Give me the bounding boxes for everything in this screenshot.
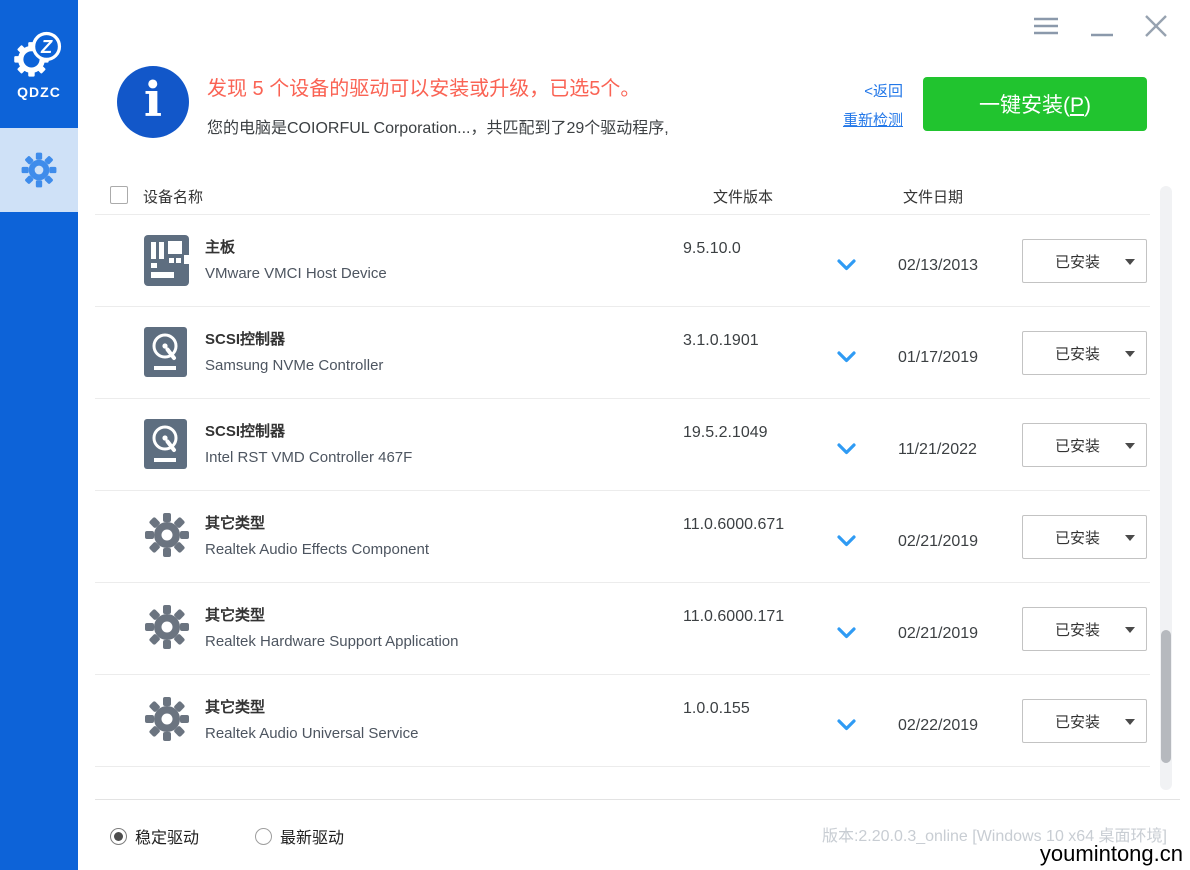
- file-version: 9.5.10.0: [683, 240, 741, 257]
- gear-icon: [21, 152, 57, 188]
- status-label: 已安装: [1054, 253, 1100, 271]
- file-version: 1.0.0.155: [683, 700, 750, 717]
- device-names: 其它类型 Realtek Hardware Support Applicatio…: [205, 604, 458, 650]
- chevron-down-icon[interactable]: [837, 259, 856, 271]
- table-row: SCSI控制器 Samsung NVMe Controller 3.1.0.19…: [95, 307, 1150, 399]
- device-names: 其它类型 Realtek Audio Effects Component: [205, 512, 429, 558]
- app-logo-text: QDZC: [17, 84, 61, 100]
- footer-divider: [95, 799, 1180, 800]
- scrollbar-thumb[interactable]: [1161, 630, 1171, 763]
- dropdown-arrow-icon: [1125, 351, 1135, 357]
- chevron-down-icon[interactable]: [837, 627, 856, 639]
- device-name: Samsung NVMe Controller: [205, 357, 384, 374]
- file-date: 01/17/2019: [898, 349, 979, 366]
- device-names: 主板 VMware VMCI Host Device: [205, 236, 387, 282]
- device-category: 其它类型: [205, 699, 266, 716]
- table-row: 其它类型 Realtek Hardware Support Applicatio…: [95, 583, 1150, 675]
- menu-icon[interactable]: [1032, 12, 1060, 40]
- radio-stable-driver[interactable]: 稳定驱动: [110, 824, 199, 848]
- back-link[interactable]: <返回: [864, 80, 903, 101]
- status-label: 已安装: [1054, 437, 1100, 455]
- app-logo: Z QDZC: [0, 26, 78, 100]
- device-names: 其它类型 Realtek Audio Universal Service: [205, 696, 418, 742]
- watermark-text: youmintong.cn: [1039, 841, 1183, 866]
- file-date: 11/21/2022: [898, 441, 977, 458]
- column-header-device: 设备名称: [143, 189, 204, 206]
- file-version: 3.1.0.1901: [683, 332, 759, 349]
- device-category: SCSI控制器: [205, 423, 286, 440]
- install-all-button[interactable]: 一键安装(P): [923, 77, 1147, 131]
- radio-unselected-icon: [255, 827, 272, 845]
- device-name: Realtek Hardware Support Application: [205, 633, 459, 650]
- status-label: 已安装: [1054, 529, 1100, 547]
- table-row: 其它类型 Realtek Audio Effects Component 11.…: [95, 491, 1150, 583]
- file-date: 02/21/2019: [898, 533, 979, 550]
- status-dropdown[interactable]: 已安装: [1022, 607, 1147, 651]
- table-header: 设备名称 文件版本 文件日期: [95, 178, 1150, 215]
- motherboard-icon: [143, 234, 191, 287]
- device-name: Intel RST VMD Controller 467F: [205, 449, 413, 466]
- file-date: 02/22/2019: [898, 717, 979, 734]
- dropdown-arrow-icon: [1125, 627, 1135, 633]
- device-name: Realtek Audio Universal Service: [205, 725, 419, 742]
- dropdown-arrow-icon: [1125, 535, 1135, 541]
- file-version: 19.5.2.1049: [683, 424, 768, 441]
- dropdown-arrow-icon: [1125, 259, 1135, 265]
- gear-icon: [143, 602, 191, 655]
- disk-icon: [143, 418, 191, 471]
- recheck-link[interactable]: 重新检测: [843, 109, 903, 130]
- device-name: VMware VMCI Host Device: [205, 265, 387, 282]
- gear-icon: [143, 694, 191, 747]
- file-date: 02/13/2013: [898, 257, 979, 274]
- table-body: 主板 VMware VMCI Host Device 9.5.10.0 02/1…: [95, 215, 1150, 767]
- device-category: 主板: [205, 239, 236, 256]
- status-label: 已安装: [1054, 621, 1100, 639]
- dropdown-arrow-icon: [1125, 719, 1135, 725]
- column-header-date: 文件日期: [903, 189, 964, 206]
- qdzc-logo-icon: Z: [14, 31, 62, 77]
- disk-icon: [143, 326, 191, 379]
- select-all-checkbox[interactable]: [110, 186, 128, 204]
- status-label: 已安装: [1054, 345, 1100, 363]
- radio-latest-driver[interactable]: 最新驱动: [255, 824, 344, 848]
- status-dropdown[interactable]: 已安装: [1022, 239, 1147, 283]
- radio-selected-icon: [110, 827, 127, 845]
- device-names: SCSI控制器 Intel RST VMD Controller 467F: [205, 420, 412, 466]
- scan-result-subline: 您的电脑是COIORFUL Corporation...，共匹配到了29个驱动程…: [207, 120, 669, 137]
- driver-table: 设备名称 文件版本 文件日期 主板 VMware VMCI Host Devic…: [95, 178, 1150, 767]
- svg-text:Z: Z: [40, 36, 53, 57]
- table-row: SCSI控制器 Intel RST VMD Controller 467F 19…: [95, 399, 1150, 491]
- info-icon: i: [117, 66, 189, 138]
- device-category: 其它类型: [205, 607, 266, 624]
- chevron-down-icon[interactable]: [837, 719, 856, 731]
- status-dropdown[interactable]: 已安装: [1022, 515, 1147, 559]
- status-dropdown[interactable]: 已安装: [1022, 331, 1147, 375]
- file-version: 11.0.6000.671: [683, 516, 785, 533]
- close-icon[interactable]: [1142, 12, 1170, 40]
- sidebar-item-settings[interactable]: [0, 128, 78, 212]
- device-category: SCSI控制器: [205, 331, 286, 348]
- device-name: Realtek Audio Effects Component: [205, 541, 430, 558]
- status-dropdown[interactable]: 已安装: [1022, 699, 1147, 743]
- table-row: 主板 VMware VMCI Host Device 9.5.10.0 02/1…: [95, 215, 1150, 307]
- table-row: 其它类型 Realtek Audio Universal Service 1.0…: [95, 675, 1150, 767]
- device-names: SCSI控制器 Samsung NVMe Controller: [205, 328, 383, 374]
- file-version: 11.0.6000.171: [683, 608, 785, 625]
- device-category: 其它类型: [205, 515, 266, 532]
- chevron-down-icon[interactable]: [837, 535, 856, 547]
- status-label: 已安装: [1054, 713, 1100, 731]
- column-header-version: 文件版本: [713, 189, 774, 206]
- file-date: 02/21/2019: [898, 625, 979, 642]
- scan-result-headline: 发现 5 个设备的驱动可以安装或升级，已选5个。: [207, 78, 641, 100]
- chevron-down-icon[interactable]: [837, 351, 856, 363]
- minimize-icon[interactable]: [1088, 12, 1116, 40]
- chevron-down-icon[interactable]: [837, 443, 856, 455]
- sidebar: Z QDZC: [0, 0, 78, 870]
- gear-icon: [143, 510, 191, 563]
- status-dropdown[interactable]: 已安装: [1022, 423, 1147, 467]
- dropdown-arrow-icon: [1125, 443, 1135, 449]
